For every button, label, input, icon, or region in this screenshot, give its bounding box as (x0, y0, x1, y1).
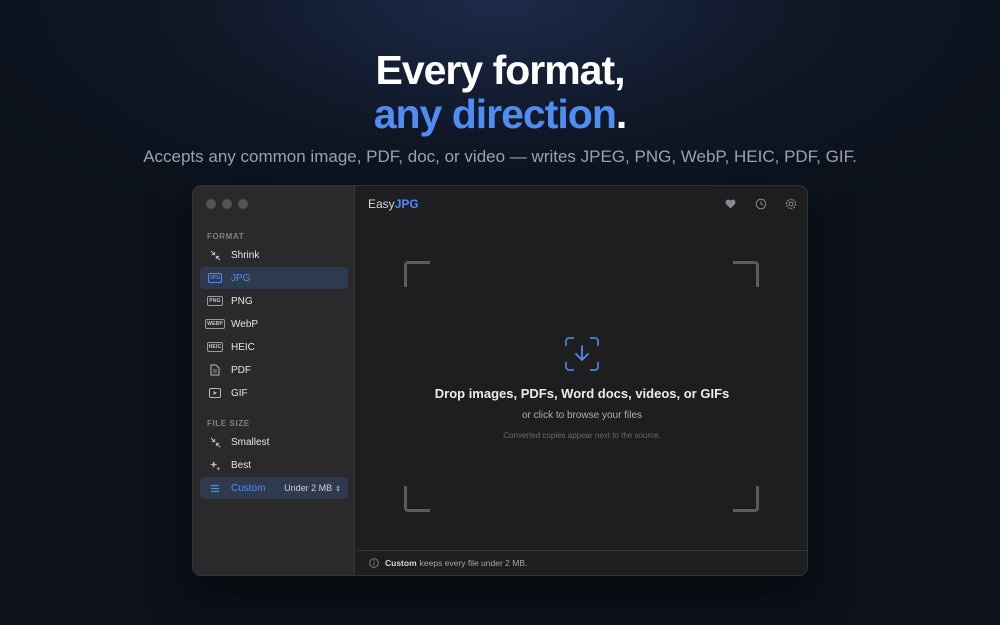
sidebar-item-shrink[interactable]: Shrink (200, 244, 348, 266)
sidebar-item-label: WebP (231, 318, 259, 330)
heic-badge-icon: HEIC (206, 342, 224, 352)
download-icon (564, 336, 600, 372)
hero-title: Every format, any direction. (0, 48, 1000, 136)
app-window: FORMAT Shrink JPG JPG PNG PNG WEBP WebP … (192, 185, 808, 576)
sidebar: FORMAT Shrink JPG JPG PNG PNG WEBP WebP … (193, 186, 355, 575)
sidebar-item-label: Smallest (231, 436, 270, 448)
zoom-window-button[interactable] (238, 199, 248, 209)
sidebar-item-gif[interactable]: GIF (200, 382, 348, 404)
window-controls (206, 199, 248, 209)
hero-title-accent: any direction (373, 91, 617, 137)
footer-bold: Custom (385, 558, 417, 568)
shrink-icon (207, 436, 223, 448)
document-icon (207, 364, 223, 376)
custom-size-value: Under 2 MB (284, 483, 333, 493)
play-icon (207, 387, 223, 399)
sidebar-item-label: HEIC (231, 341, 255, 353)
sidebar-item-label: Custom (231, 482, 266, 494)
sidebar-item-label: PDF (231, 364, 251, 376)
sidebar-item-smallest[interactable]: Smallest (200, 431, 348, 453)
custom-size-select[interactable]: Under 2 MB ⇕ (284, 483, 341, 493)
sidebar-item-label: GIF (231, 387, 248, 399)
sparkle-icon (207, 459, 223, 471)
hero-subtitle: Accepts any common image, PDF, doc, or v… (143, 147, 857, 166)
drop-zone[interactable]: Drop images, PDFs, Word docs, videos, or… (356, 186, 807, 549)
info-icon (369, 558, 379, 568)
sidebar-item-label: JPG (231, 272, 251, 284)
sidebar-item-heic[interactable]: HEIC HEIC (200, 336, 348, 358)
sidebar-item-webp[interactable]: WEBP WebP (200, 313, 348, 335)
hero-title-line2: any direction. (0, 92, 1000, 136)
drop-zone-corner (733, 261, 759, 287)
jpg-badge-icon: JPG (207, 273, 223, 283)
sidebar-item-png[interactable]: PNG PNG (200, 290, 348, 312)
drop-zone-corner (404, 486, 430, 512)
drop-zone-corner (733, 486, 759, 512)
sidebar-item-label: PNG (231, 295, 253, 307)
sidebar-item-custom[interactable]: Custom Under 2 MB ⇕ (200, 477, 348, 499)
sidebar-item-best[interactable]: Best (200, 454, 348, 476)
sidebar-item-label: Shrink (231, 249, 260, 261)
footer-text: keeps every file under 2 MB. (419, 558, 528, 568)
minimize-window-button[interactable] (222, 199, 232, 209)
status-footer: Custom keeps every file under 2 MB. (356, 550, 807, 575)
drop-zone-title: Drop images, PDFs, Word docs, videos, or… (434, 386, 730, 401)
drop-zone-corner (404, 261, 430, 287)
hero-title-period: . (615, 91, 627, 137)
chevron-up-down-icon: ⇕ (335, 486, 341, 493)
drop-zone-note: Converted copies appear next to the sour… (503, 431, 661, 440)
shrink-icon (207, 249, 223, 261)
browse-files-link[interactable]: or click to browse your files (356, 410, 807, 421)
sidebar-item-jpg[interactable]: JPG JPG (200, 267, 348, 289)
list-icon (207, 482, 223, 494)
webp-badge-icon: WEBP (205, 319, 225, 329)
file-size-section-label: FILE SIZE (207, 419, 250, 428)
format-section-label: FORMAT (207, 232, 245, 241)
main-panel: EasyJPG Drop images, PDFs, Word docs, vi… (356, 186, 807, 575)
sidebar-item-label: Best (231, 459, 252, 471)
png-badge-icon: PNG (207, 296, 223, 306)
hero-title-line1: Every format, (375, 47, 625, 93)
close-window-button[interactable] (206, 199, 216, 209)
sidebar-item-pdf[interactable]: PDF (200, 359, 348, 381)
